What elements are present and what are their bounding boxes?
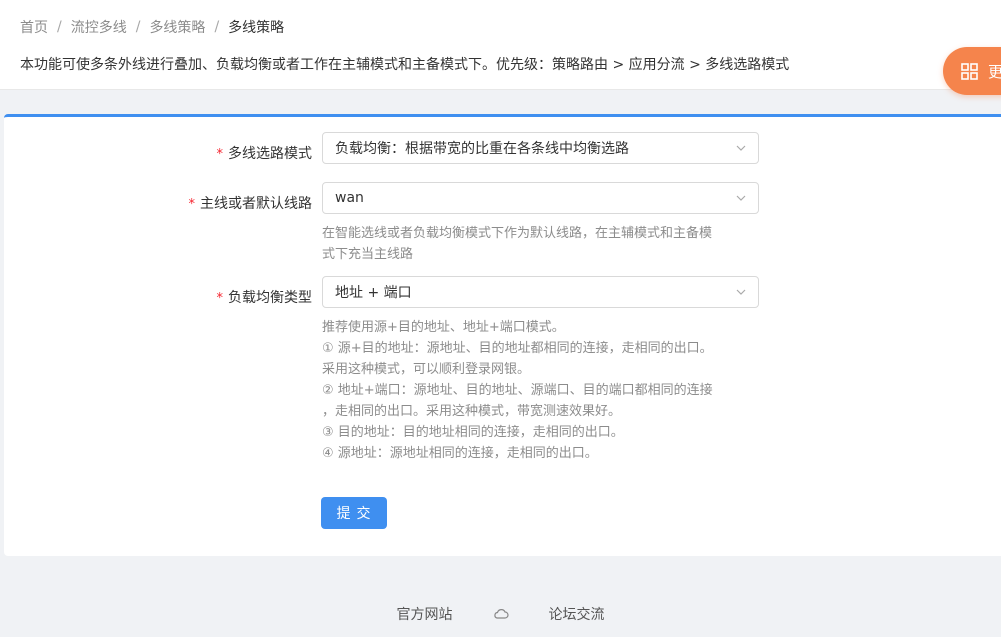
- routing-mode-value: 负载均衡：根据带宽的比重在各条线中均衡选路: [335, 141, 629, 157]
- chevron-down-icon: [736, 289, 746, 295]
- footer-link-official-site[interactable]: 官方网站: [397, 604, 453, 624]
- default-line-select[interactable]: wan: [322, 182, 759, 214]
- balance-type-value: 地址 + 端口: [335, 285, 412, 301]
- page-description: 本功能可使多条外线进行叠加、负载均衡或者工作在主辅模式和主备模式下。优先级：策略…: [20, 57, 790, 73]
- page-header: 首页 / 流控多线 / 多线策略 / 多线策略 本功能可使多条外线进行叠加、负载…: [0, 0, 1001, 90]
- breadcrumb-item-multiline[interactable]: 流控多线: [71, 17, 127, 37]
- breadcrumb-separator: /: [214, 19, 220, 35]
- required-mark: *: [216, 291, 224, 306]
- breadcrumb-item-policy[interactable]: 多线策略: [149, 17, 205, 37]
- required-mark: *: [216, 147, 224, 162]
- default-line-help: 在智能选线或者负载均衡模式下作为默认线路，在主辅模式和主备模 式下充当主线路: [322, 226, 713, 262]
- cloud-icon: [493, 609, 509, 619]
- footer: 官方网站 论坛交流: [0, 604, 1001, 624]
- breadcrumb-separator: /: [135, 19, 141, 35]
- default-line-value: wan: [335, 190, 364, 206]
- balance-type-help: 推荐使用源+目的地址、地址+端口模式。 ① 源+目的地址：源地址、目的地址都相同…: [322, 320, 713, 461]
- breadcrumb-current: 多线策略: [228, 20, 285, 36]
- submit-button[interactable]: 提交: [321, 497, 387, 529]
- required-mark: *: [188, 197, 196, 212]
- breadcrumb: 首页 / 流控多线 / 多线策略 / 多线策略: [20, 17, 284, 37]
- chevron-down-icon: [736, 195, 746, 201]
- more-float-label: 更: [988, 62, 1001, 81]
- field-label-routing-mode: * 多线选路模式: [216, 146, 313, 162]
- grid-icon: [961, 62, 978, 80]
- breadcrumb-item-home[interactable]: 首页: [20, 17, 48, 37]
- balance-type-select[interactable]: 地址 + 端口: [322, 276, 759, 308]
- footer-link-forum[interactable]: 论坛交流: [549, 604, 605, 624]
- chevron-down-icon: [736, 145, 746, 151]
- breadcrumb-separator: /: [57, 19, 62, 35]
- routing-mode-select[interactable]: 负载均衡：根据带宽的比重在各条线中均衡选路: [322, 132, 759, 164]
- form-card: * 多线选路模式 负载均衡：根据带宽的比重在各条线中均衡选路 * 主线或者默认线路 …: [4, 114, 1001, 556]
- field-label-default-line: * 主线或者默认线路: [188, 196, 313, 212]
- more-float-button[interactable]: 更: [943, 47, 1001, 95]
- field-label-balance-type: * 负载均衡类型: [216, 290, 313, 306]
